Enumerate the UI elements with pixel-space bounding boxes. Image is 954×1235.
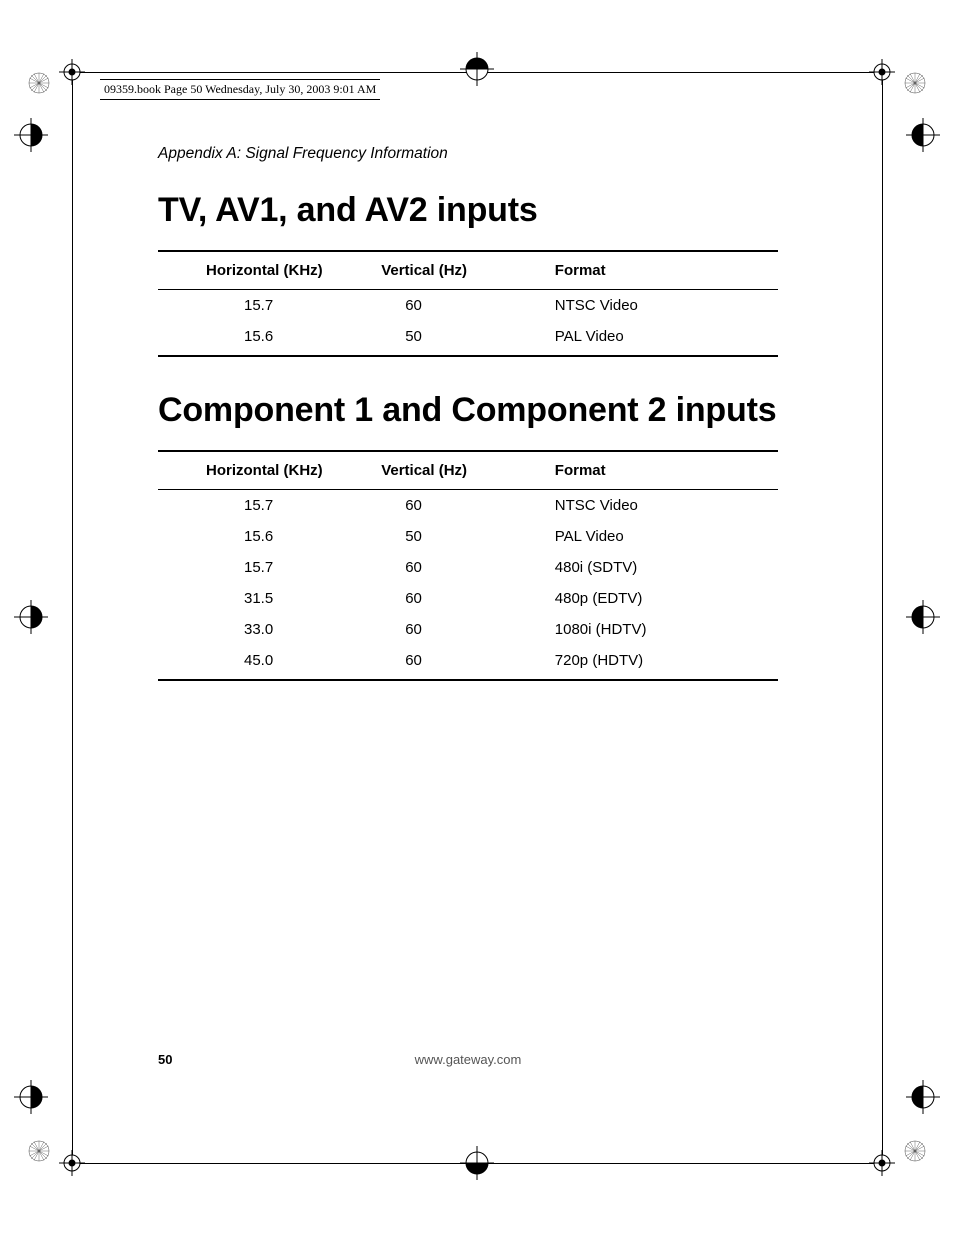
section-heading-tv-av: TV, AV1, and AV2 inputs	[158, 191, 778, 230]
registration-mark-icon	[59, 1150, 85, 1176]
cell-vertical: 60	[381, 614, 555, 645]
table-row: 15.650PAL Video	[158, 321, 778, 356]
cell-format: 720p (HDTV)	[555, 645, 778, 680]
table-row: 33.0601080i (HDTV)	[158, 614, 778, 645]
cell-horizontal: 15.7	[158, 490, 381, 522]
cell-vertical: 50	[381, 521, 555, 552]
cell-vertical: 50	[381, 321, 555, 356]
corner-dot-icon	[904, 1140, 926, 1162]
side-registration-icon	[460, 52, 494, 86]
registration-mark-icon	[869, 1150, 895, 1176]
cell-format: 480p (EDTV)	[555, 583, 778, 614]
side-registration-icon	[14, 1080, 48, 1114]
corner-dot-icon	[28, 72, 50, 94]
table-component-inputs: Horizontal (KHz) Vertical (Hz) Format 15…	[158, 450, 778, 681]
registration-mark-icon	[869, 59, 895, 85]
col-header-horizontal: Horizontal (KHz)	[158, 251, 381, 290]
section-heading-component: Component 1 and Component 2 inputs	[158, 391, 778, 430]
cell-format: PAL Video	[555, 321, 778, 356]
appendix-label: Appendix A: Signal Frequency Information	[158, 145, 778, 163]
cell-horizontal: 15.6	[158, 521, 381, 552]
table-row: 15.650PAL Video	[158, 521, 778, 552]
side-registration-icon	[906, 600, 940, 634]
footer-url: www.gateway.com	[158, 1052, 778, 1067]
cell-format: PAL Video	[555, 521, 778, 552]
table-header-row: Horizontal (KHz) Vertical (Hz) Format	[158, 251, 778, 290]
cell-vertical: 60	[381, 290, 555, 322]
page-content: Appendix A: Signal Frequency Information…	[158, 145, 778, 715]
table-row: 15.760NTSC Video	[158, 490, 778, 522]
crop-line-left	[72, 72, 73, 1163]
corner-dot-icon	[904, 72, 926, 94]
table-row: 15.760NTSC Video	[158, 290, 778, 322]
corner-dot-icon	[28, 1140, 50, 1162]
cell-horizontal: 15.7	[158, 552, 381, 583]
side-registration-icon	[14, 600, 48, 634]
col-header-format: Format	[555, 451, 778, 490]
side-registration-icon	[14, 118, 48, 152]
cell-format: NTSC Video	[555, 290, 778, 322]
cell-vertical: 60	[381, 645, 555, 680]
table-header-row: Horizontal (KHz) Vertical (Hz) Format	[158, 451, 778, 490]
side-registration-icon	[460, 1146, 494, 1180]
col-header-horizontal: Horizontal (KHz)	[158, 451, 381, 490]
side-registration-icon	[906, 118, 940, 152]
side-registration-icon	[906, 1080, 940, 1114]
cell-vertical: 60	[381, 552, 555, 583]
table-row: 45.060720p (HDTV)	[158, 645, 778, 680]
cell-horizontal: 31.5	[158, 583, 381, 614]
crop-line-right	[882, 72, 883, 1163]
cell-format: NTSC Video	[555, 490, 778, 522]
cell-format: 1080i (HDTV)	[555, 614, 778, 645]
col-header-format: Format	[555, 251, 778, 290]
col-header-vertical: Vertical (Hz)	[381, 251, 555, 290]
cell-horizontal: 45.0	[158, 645, 381, 680]
cell-horizontal: 15.7	[158, 290, 381, 322]
table-tv-av-inputs: Horizontal (KHz) Vertical (Hz) Format 15…	[158, 250, 778, 357]
cell-format: 480i (SDTV)	[555, 552, 778, 583]
cell-horizontal: 15.6	[158, 321, 381, 356]
cell-vertical: 60	[381, 583, 555, 614]
cell-vertical: 60	[381, 490, 555, 522]
registration-mark-icon	[59, 59, 85, 85]
cell-horizontal: 33.0	[158, 614, 381, 645]
running-header: 09359.book Page 50 Wednesday, July 30, 2…	[100, 79, 380, 100]
table-row: 15.760480i (SDTV)	[158, 552, 778, 583]
col-header-vertical: Vertical (Hz)	[381, 451, 555, 490]
table-row: 31.560480p (EDTV)	[158, 583, 778, 614]
